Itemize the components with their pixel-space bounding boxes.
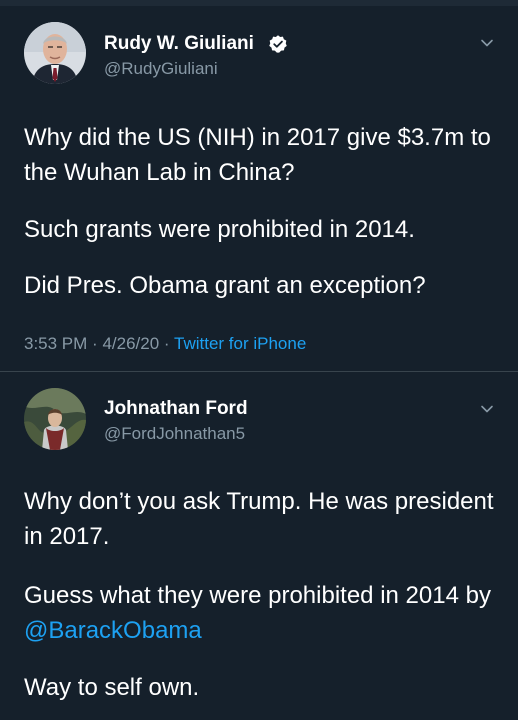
- tweet-time[interactable]: 3:53 PM: [24, 334, 87, 353]
- tweet-text-paragraph: Why did the US (NIH) in 2017 give $3.7m …: [24, 124, 491, 186]
- mention-link[interactable]: @BarackObama: [24, 617, 202, 644]
- tweet-date[interactable]: 4/26/20: [102, 334, 159, 353]
- tweet-text-paragraph: Why don’t you ask Trump. He was presiden…: [24, 488, 494, 550]
- meta-separator: ·: [92, 334, 98, 353]
- tweet-text-paragraph: Way to self own.: [24, 674, 200, 701]
- author-name[interactable]: Johnathan Ford: [104, 398, 248, 420]
- tweet-giuliani[interactable]: Rudy W. Giuliani @RudyGiuliani Why did t…: [0, 6, 518, 372]
- author-handle[interactable]: @RudyGiuliani: [104, 59, 218, 79]
- tweet-text-segment: Guess what they were prohibited in 2014 …: [24, 582, 491, 609]
- verified-badge-icon: [269, 35, 287, 53]
- avatar[interactable]: [24, 22, 86, 84]
- chevron-down-icon[interactable]: [480, 36, 494, 50]
- tweet-source[interactable]: Twitter for iPhone: [174, 334, 306, 353]
- tweet-text-paragraph: Such grants were prohibited in 2014.: [24, 216, 415, 243]
- meta-separator: ·: [163, 334, 170, 353]
- avatar[interactable]: [24, 388, 86, 450]
- tweet-ford[interactable]: Johnathan Ford @FordJohnathan5 Why don’t…: [0, 372, 518, 720]
- tweet-text-paragraph: Guess what they were prohibited in 2014 …: [24, 578, 494, 648]
- author-name[interactable]: Rudy W. Giuliani: [104, 33, 254, 55]
- chevron-down-icon[interactable]: [480, 402, 494, 416]
- tweet-text-paragraph: Did Pres. Obama grant an exception?: [24, 272, 426, 299]
- author-handle[interactable]: @FordJohnathan5: [104, 424, 245, 444]
- tweet-meta: 3:53 PM · 4/26/20 · Twitter for iPhone: [24, 334, 306, 354]
